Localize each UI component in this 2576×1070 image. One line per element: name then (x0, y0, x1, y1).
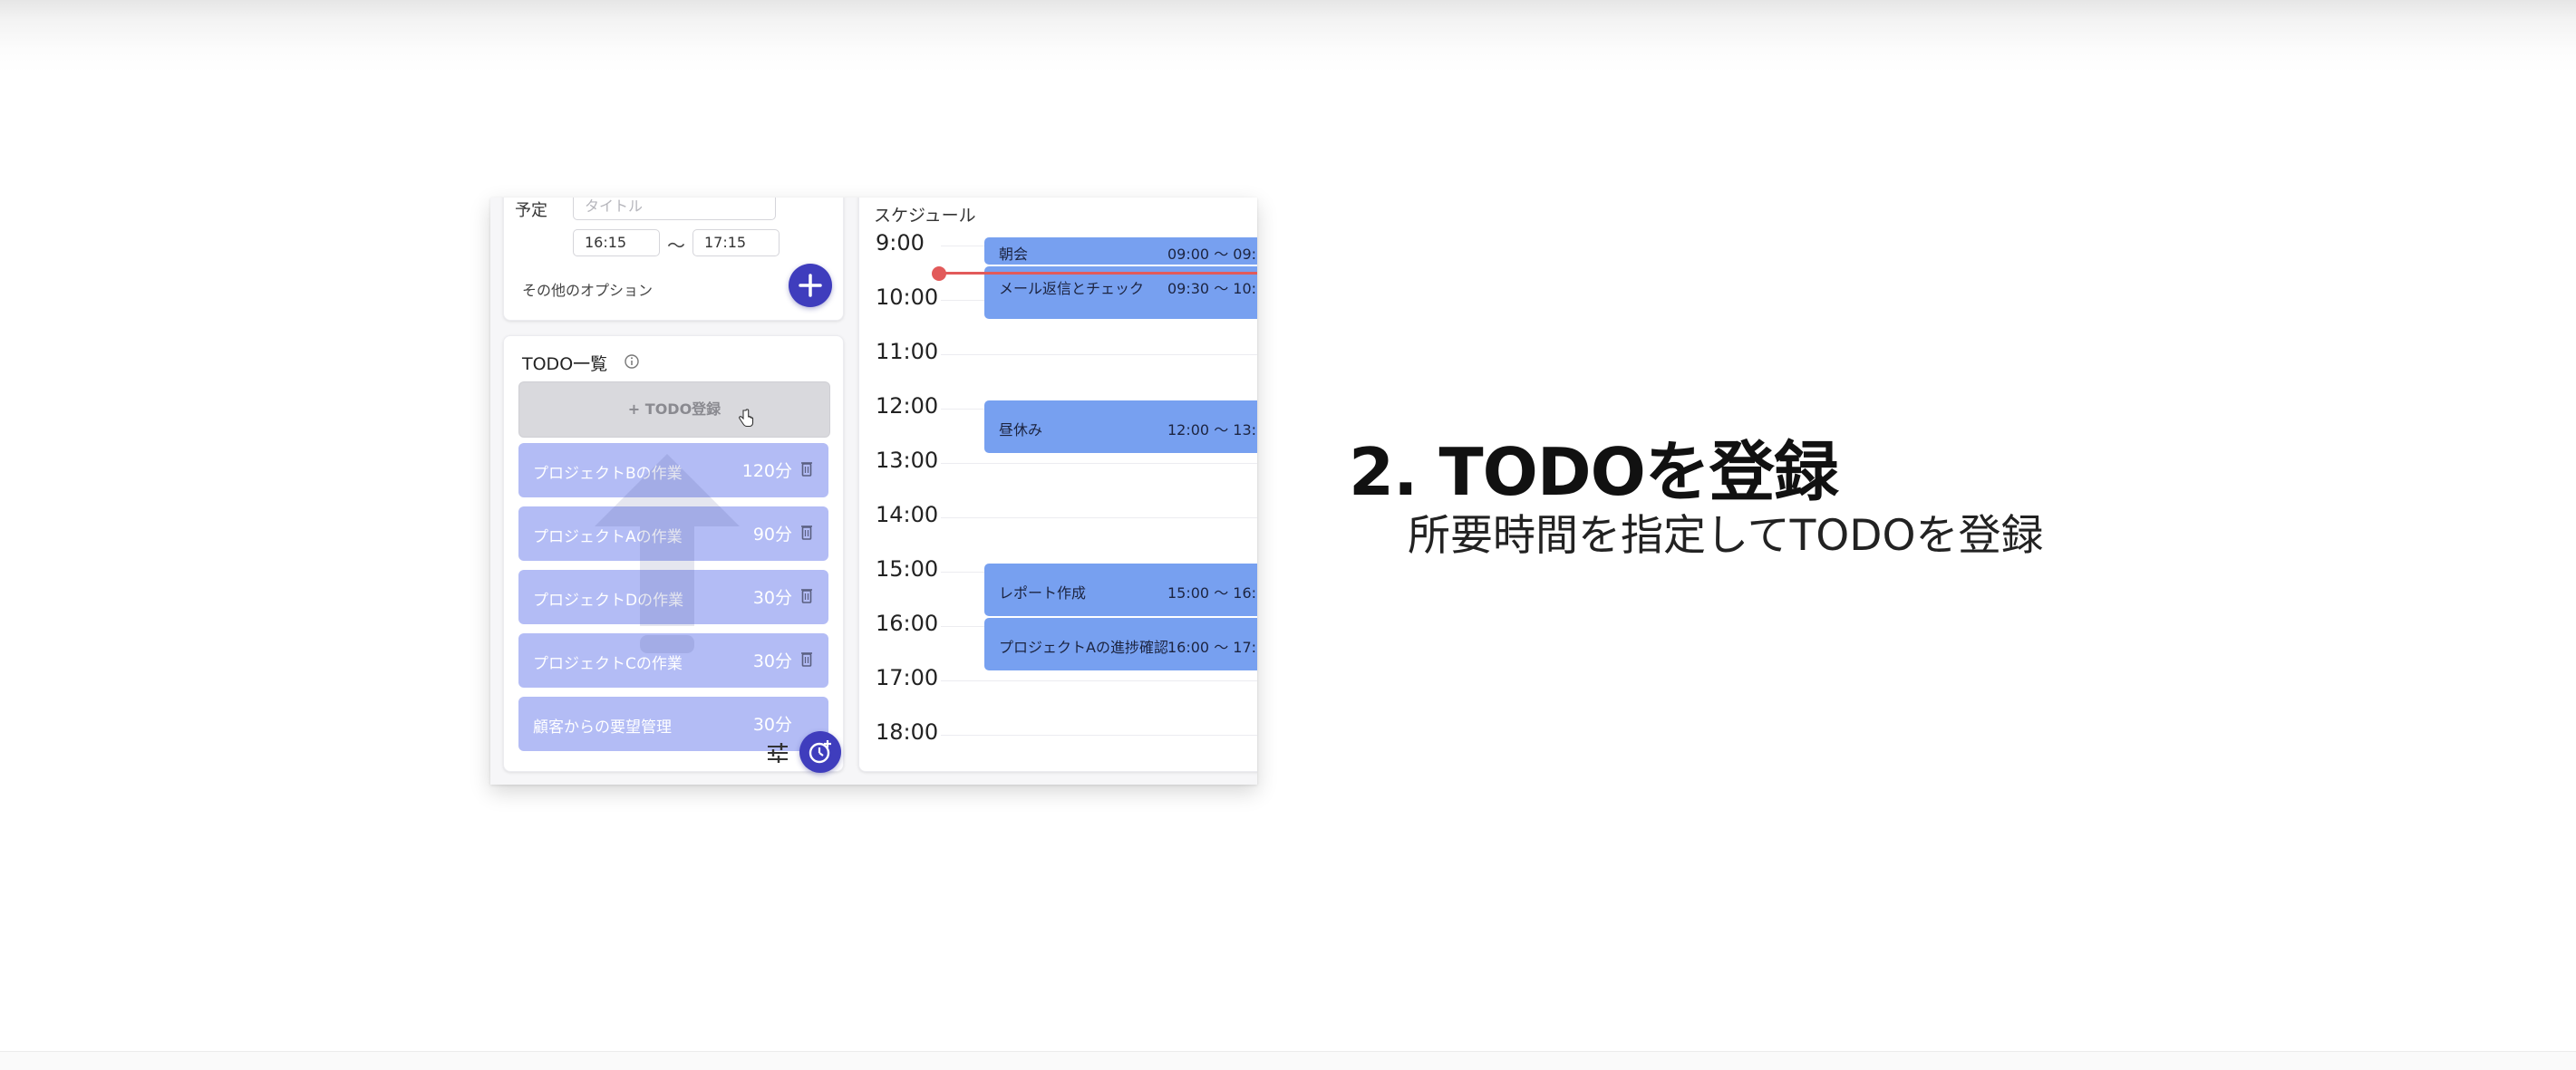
trash-icon[interactable] (801, 461, 812, 477)
timer-add-icon (809, 740, 831, 764)
schedule-event[interactable]: プロジェクトAの進捗確認 16:00 〜 17:0 (984, 618, 1257, 670)
hour-label: 14:00 (876, 502, 939, 527)
todo-item-minutes: 30分 (752, 651, 792, 671)
yotei-label: 予定 (515, 201, 547, 220)
todo-item-minutes: 120分 (741, 461, 792, 481)
end-time-input[interactable]: 17:15 (692, 229, 780, 256)
event-time: 09:30 〜 10:3 (1167, 280, 1257, 297)
hour-label: 15:00 (876, 556, 939, 582)
event-time: 16:00 〜 17:0 (1167, 639, 1257, 656)
hour-line (941, 354, 1257, 355)
sort-filter-icon[interactable] (767, 743, 789, 763)
hour-label: 18:00 (876, 719, 939, 745)
event-name: プロジェクトAの進捗確認 (999, 639, 1168, 656)
bottom-divider (0, 1051, 2576, 1070)
info-icon[interactable] (624, 353, 640, 370)
start-time-input[interactable]: 16:15 (573, 229, 660, 256)
plus-icon (799, 274, 822, 297)
hour-label: 17:00 (876, 665, 939, 690)
hour-line (941, 463, 1257, 464)
event-form-card: 予定 タイトル 16:15 〜 17:15 その他のオプション (503, 198, 844, 321)
current-time-dot (932, 266, 946, 281)
event-time: 15:00 〜 16:0 (1167, 584, 1257, 602)
hour-line (941, 517, 1257, 518)
current-time-line (939, 272, 1257, 275)
hour-label: 16:00 (876, 611, 939, 636)
event-name: 朝会 (999, 246, 1029, 263)
more-options-link[interactable]: その他のオプション (522, 278, 653, 300)
hour-label: 9:00 (876, 230, 925, 255)
schedule-title: スケジュール (874, 206, 976, 226)
time-separator: 〜 (667, 235, 685, 256)
add-event-button[interactable] (789, 264, 832, 307)
app-screenshot: 予定 タイトル 16:15 〜 17:15 その他のオプション TODO一覧 +… (490, 198, 1257, 785)
todo-item-name: 顧客からの要望管理 (533, 718, 672, 737)
add-todo-button[interactable]: + TODO登録 (518, 381, 830, 438)
event-title-input[interactable]: タイトル (573, 198, 776, 220)
hour-label: 11:00 (876, 339, 939, 364)
todo-list-title: TODO一覧 (522, 354, 608, 374)
hour-label: 13:00 (876, 448, 939, 473)
hour-label: 10:00 (876, 284, 939, 310)
schedule-card: スケジュール 9:00 10:00 11:00 12:00 13:00 14:0… (858, 198, 1257, 772)
trash-icon[interactable] (801, 651, 812, 667)
top-shadow (0, 0, 2576, 72)
event-name: メール返信とチェック (999, 280, 1145, 297)
hand-cursor-icon (739, 409, 754, 428)
hour-line (941, 680, 1257, 681)
hour-line (941, 735, 1257, 736)
todo-item-minutes: 30分 (752, 588, 792, 608)
schedule-event[interactable]: 朝会 09:00 〜 09:3 (984, 237, 1257, 265)
todo-item-minutes: 30分 (752, 715, 792, 735)
event-name: 昼休み (999, 421, 1043, 439)
schedule-event[interactable]: レポート作成 15:00 〜 16:0 (984, 564, 1257, 616)
timer-add-button[interactable] (799, 731, 841, 773)
hour-label: 12:00 (876, 393, 939, 419)
event-time: 09:00 〜 09:3 (1167, 246, 1257, 263)
schedule-event[interactable]: 昼休み 12:00 〜 13:0 (984, 400, 1257, 453)
todo-list-card: TODO一覧 + TODO登録 プロジェクトBの作業 120分 プロジェクトAの… (503, 335, 844, 773)
trash-icon[interactable] (801, 588, 812, 603)
event-time: 12:00 〜 13:0 (1167, 421, 1257, 439)
todo-item-minutes: 90分 (752, 525, 792, 545)
step-subtitle: 所要時間を指定してTODOを登録 (1408, 511, 2044, 561)
event-name: レポート作成 (999, 584, 1087, 602)
upload-watermark-icon (595, 454, 740, 653)
trash-icon[interactable] (801, 525, 812, 540)
